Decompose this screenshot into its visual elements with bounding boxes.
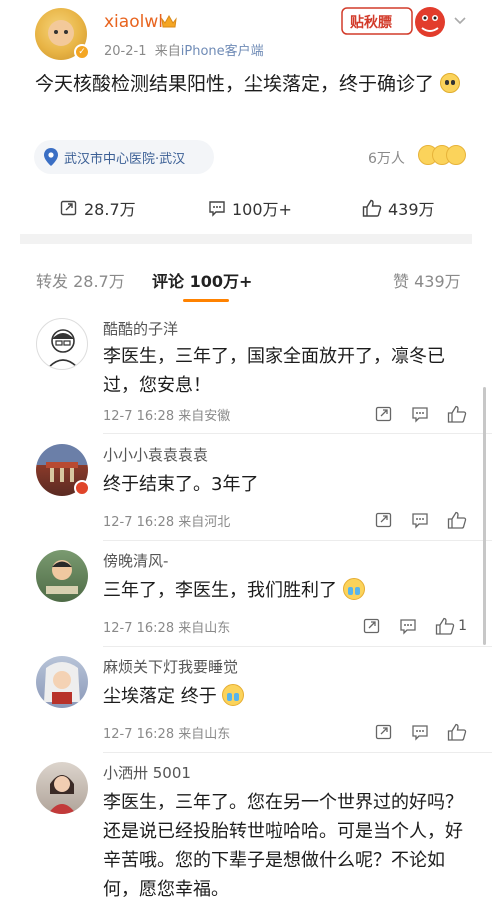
comment-time: 12-7 16:28 (103, 515, 175, 530)
comment-text-body: 三年了，李医生，我们胜利了 (103, 580, 337, 601)
post-source[interactable]: iPhone客户端 (181, 44, 264, 59)
comment-actions: 1 (345, 614, 467, 638)
thumbs-up-icon[interactable] (447, 405, 467, 423)
thumbs-up-icon (362, 199, 382, 217)
like-count: 439万 (388, 200, 435, 219)
comment-location: 来自河北 (178, 515, 231, 530)
badge-icon (74, 480, 90, 496)
thumbs-up-icon[interactable] (447, 723, 467, 741)
location-tag[interactable]: 武汉市中心医院·武汉 (34, 140, 214, 174)
tab-repost[interactable]: 转发 28.7万 (36, 268, 125, 292)
commenter-name[interactable]: 小洒卅 5001 (103, 762, 191, 783)
comment-item: 小小小袁袁袁袁 终于结束了。3年了 12-7 16:28 来自河北 (0, 440, 492, 541)
repost-icon (60, 200, 77, 216)
sticker-text: 贴秋膘 (350, 14, 392, 31)
comment-item: 麻烦关下灯我要睡觉 尘埃落定 终于 12-7 16:28 来自山东 (0, 652, 492, 753)
comment-time: 12-7 16:28 (103, 409, 175, 424)
tab-comment[interactable]: 评论 100万+ (152, 268, 252, 292)
emoji-crying-icon (222, 684, 245, 706)
comment-text: 李医生，三年了。您在另一个世界过的好吗？还是说已经投胎转世啦哈哈。可是当个人，好… (103, 792, 463, 900)
comment-icon[interactable] (399, 617, 417, 635)
location-pin-icon (44, 148, 58, 166)
tab-active-indicator (183, 299, 229, 302)
commenter-avatar[interactable] (36, 762, 88, 814)
emoji-shocked-icon (440, 73, 461, 93)
comment-icon (209, 201, 225, 217)
comment-actions (357, 720, 467, 744)
tab-like[interactable]: 赞 439万 (393, 268, 461, 292)
repost-button[interactable]: 28.7万 (60, 190, 136, 226)
comment-location: 来自山东 (178, 621, 231, 636)
sticker-decoration: 贴秋膘 (341, 7, 445, 37)
comment-time: 12-7 16:28 (103, 621, 175, 636)
comment-meta: 12-7 16:28 来自河北 (103, 511, 230, 530)
comment-like-count: 1 (458, 618, 467, 634)
comment-location: 来自山东 (178, 727, 231, 742)
post-text: 今天核酸检测结果阳性，尘埃落定，终于确诊了 (35, 70, 465, 99)
reaction-emoji-stack-icon (418, 145, 466, 167)
repost-icon[interactable] (375, 723, 393, 741)
comment-text: 尘埃落定 终于 (103, 682, 463, 711)
location-text: 武汉市中心医院·武汉 (64, 151, 186, 167)
commenter-name[interactable]: 小小小袁袁袁袁 (103, 444, 208, 465)
comment-actions (357, 508, 467, 532)
comment-meta: 12-7 16:28 来自安徽 (103, 405, 230, 424)
repost-icon[interactable] (375, 405, 393, 423)
post-header: ✓ xiaolwl 20-2-1 来自iPhone客户端 贴秋膘 (0, 0, 492, 64)
comment-text: 终于结束了。3年了 (103, 474, 259, 495)
thumbs-up-icon (435, 617, 455, 635)
post-source-prefix: 来自 (154, 44, 181, 59)
repost-count: 28.7万 (84, 200, 136, 219)
author-username[interactable]: xiaolwl (104, 12, 163, 32)
comment-divider (103, 646, 492, 647)
tab-row: 转发 28.7万 评论 100万+ 赞 439万 (0, 258, 492, 308)
section-divider (20, 234, 472, 244)
comment-icon[interactable] (411, 511, 429, 529)
commenter-name[interactable]: 麻烦关下灯我要睡觉 (103, 656, 238, 677)
comment-text-body: 尘埃落定 终于 (103, 686, 217, 707)
comment-location: 来自安徽 (178, 409, 231, 424)
commenter-name[interactable]: 傍晚清风- (103, 550, 168, 571)
repost-icon[interactable] (363, 617, 381, 635)
comment-item: 傍晚清风- 三年了，李医生，我们胜利了 12-7 16:28 来自山东 1 (0, 546, 492, 647)
like-button[interactable]: 439万 (362, 190, 435, 226)
verified-badge-icon: ✓ (74, 44, 90, 60)
comment-meta: 12-7 16:28 来自山东 (103, 723, 230, 742)
commenter-avatar[interactable] (36, 318, 88, 370)
comment-icon[interactable] (411, 723, 429, 741)
comment-icon[interactable] (411, 405, 429, 423)
comment-actions (357, 402, 467, 426)
emoji-crying-icon (342, 578, 365, 600)
chevron-down-icon[interactable] (452, 12, 468, 28)
post-body: 今天核酸检测结果阳性，尘埃落定，终于确诊了 (35, 73, 435, 95)
viewer-count: 6万人 (368, 151, 405, 167)
commenter-name[interactable]: 酷酷的子洋 (103, 318, 178, 339)
commenter-avatar[interactable] (36, 656, 88, 708)
comment-text: 李医生，三年了，国家全面放开了，凛冬已过，您安息！ (103, 346, 445, 396)
comment-divider (103, 540, 492, 541)
comment-item: 小洒卅 5001 李医生，三年了。您在另一个世界过的好吗？还是说已经投胎转世啦哈… (0, 758, 492, 900)
post-date: 20-2-1 (104, 44, 147, 59)
comment-text: 三年了，李医生，我们胜利了 (103, 576, 463, 605)
comment-button[interactable]: 100万+ (208, 190, 292, 226)
commenter-avatar[interactable] (36, 550, 88, 602)
comment-divider (103, 752, 492, 753)
thumbs-up-icon[interactable] (447, 511, 467, 529)
post-action-bar: 28.7万 100万+ 439万 (20, 190, 472, 226)
comment-count: 100万+ (232, 200, 292, 219)
comment-time: 12-7 16:28 (103, 727, 175, 742)
comment-item: 酷酷的子洋 李医生，三年了，国家全面放开了，凛冬已过，您安息！ 12-7 16:… (0, 312, 492, 434)
comment-divider (103, 433, 492, 434)
comment-like-button[interactable]: 1 (435, 617, 467, 635)
scrollbar[interactable] (483, 387, 486, 645)
vip-crown-icon (161, 14, 177, 28)
repost-icon[interactable] (375, 511, 393, 529)
comment-meta: 12-7 16:28 来自山东 (103, 617, 230, 636)
post-meta: 20-2-1 来自iPhone客户端 (104, 40, 264, 59)
